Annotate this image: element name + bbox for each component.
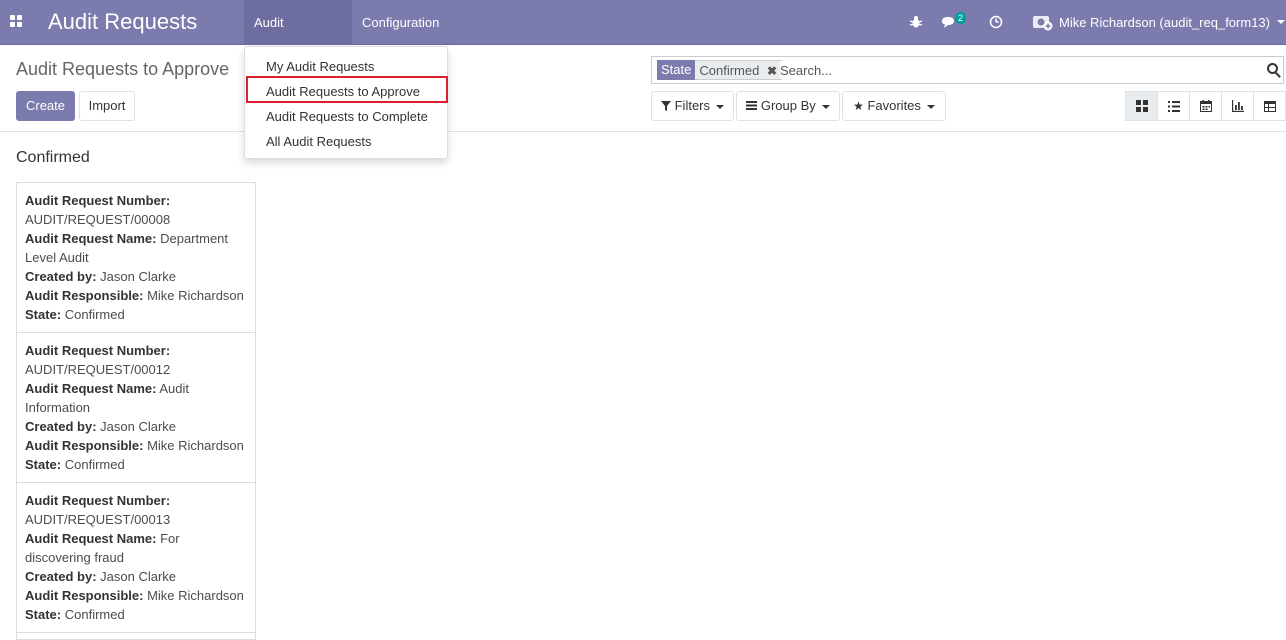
messaging-menu[interactable]: 2	[941, 0, 971, 45]
group-by-caret-icon	[821, 104, 830, 109]
create-button[interactable]: Create	[16, 91, 75, 121]
user-menu-name[interactable]: Mike Richardson (audit_req_form13)	[1059, 15, 1270, 30]
audit-request-number: AUDIT/REQUEST/00012	[25, 362, 171, 377]
created-by: Jason Clarke	[100, 419, 177, 434]
app-brand[interactable]: Audit Requests	[48, 9, 197, 35]
kanban-card[interactable]	[16, 632, 256, 640]
filters-label: Filters	[674, 98, 710, 113]
group-by-label: Group By	[760, 98, 816, 113]
user-avatar[interactable]	[1032, 0, 1054, 45]
field-label: Audit Request Name:	[25, 381, 157, 396]
audit-responsible: Mike Richardson	[147, 588, 244, 603]
chat-count-badge: 2	[955, 12, 967, 24]
audit-request-number: AUDIT/REQUEST/00008	[25, 212, 171, 227]
field-label: Audit Request Name:	[25, 531, 157, 546]
calendar-icon	[1199, 100, 1212, 112]
menu-configuration[interactable]: Configuration	[352, 0, 450, 45]
debug-bug-icon[interactable]	[909, 0, 923, 45]
apps-menu-icon[interactable]	[10, 15, 23, 28]
kanban-card[interactable]: Audit Request Number: AUDIT/REQUEST/0000…	[16, 182, 256, 333]
menu-audit-requests[interactable]: Audit Requests	[244, 0, 352, 75]
menu-item-my-audit-requests[interactable]: My Audit Requests	[266, 59, 374, 74]
star-icon: ★	[853, 99, 864, 113]
state: Confirmed	[64, 607, 125, 622]
created-by: Jason Clarke	[100, 269, 177, 284]
graph-view-button[interactable]	[1221, 91, 1254, 121]
list-view-button[interactable]	[1157, 91, 1190, 121]
activity-clock-icon[interactable]	[989, 0, 1003, 45]
list-icon	[1167, 100, 1180, 112]
calendar-view-button[interactable]	[1189, 91, 1222, 121]
top-navbar: Audit Requests Audit Requests Configurat…	[0, 0, 1286, 75]
kanban-icon	[1135, 100, 1148, 112]
search-facet: State Confirmed ✖	[657, 60, 783, 80]
facet-label: State	[657, 60, 696, 80]
facet-remove-icon[interactable]: ✖	[767, 64, 777, 78]
field-label: Audit Request Number:	[25, 193, 171, 208]
facet-value: Confirmed ✖	[695, 60, 783, 80]
filters-caret-icon	[716, 104, 724, 109]
filters-button[interactable]: Filters	[651, 91, 734, 121]
group-by-button[interactable]: Group By	[736, 91, 840, 121]
favorites-label: Favorites	[867, 98, 921, 113]
state: Confirmed	[64, 457, 125, 472]
menu-item-audit-requests-to-approve[interactable]: Audit Requests to Approve	[266, 84, 420, 99]
control-panel: Audit Requests to Approve Create Import …	[0, 45, 1286, 132]
field-label: Created by:	[25, 569, 97, 584]
favorites-button[interactable]: ★ Favorites	[842, 91, 946, 121]
user-chevron-down-icon[interactable]	[1277, 20, 1285, 24]
menu-item-audit-requests-to-complete[interactable]: Audit Requests to Complete	[266, 109, 428, 124]
audit-request-number: AUDIT/REQUEST/00013	[25, 512, 171, 527]
field-label: Audit Request Number:	[25, 343, 171, 358]
table-icon	[1263, 100, 1276, 112]
field-label: Audit Request Number:	[25, 493, 171, 508]
favorites-caret-icon	[926, 104, 935, 109]
facet-value-text: Confirmed	[699, 63, 760, 78]
field-label: Audit Request Name:	[25, 231, 157, 246]
camera-avatar-icon	[1033, 16, 1053, 31]
field-label: State:	[25, 457, 62, 472]
field-label: State:	[25, 607, 62, 622]
search-input[interactable]	[780, 61, 1250, 79]
bar-chart-icon	[1231, 100, 1244, 112]
created-by: Jason Clarke	[100, 569, 177, 584]
bars-icon	[746, 101, 758, 110]
kanban-card[interactable]: Audit Request Number: AUDIT/REQUEST/0001…	[16, 482, 256, 633]
import-button[interactable]: Import	[79, 91, 135, 121]
field-label: State:	[25, 307, 62, 322]
field-label: Created by:	[25, 419, 97, 434]
kanban-view-button[interactable]	[1125, 91, 1158, 121]
field-label: Audit Responsible:	[25, 588, 144, 603]
search-bar: State Confirmed ✖	[651, 56, 1284, 84]
field-label: Created by:	[25, 269, 97, 284]
kanban-card[interactable]: Audit Request Number: AUDIT/REQUEST/0001…	[16, 332, 256, 483]
state: Confirmed	[64, 307, 125, 322]
audit-requests-dropdown: My Audit Requests Audit Requests to Appr…	[244, 46, 448, 159]
menu-item-all-audit-requests[interactable]: All Audit Requests	[266, 134, 372, 149]
audit-responsible: Mike Richardson	[147, 288, 244, 303]
kanban-group-title: Confirmed	[16, 149, 90, 166]
funnel-icon	[660, 101, 671, 111]
audit-responsible: Mike Richardson	[147, 438, 244, 453]
search-icon[interactable]	[1267, 63, 1278, 74]
pivot-view-button[interactable]	[1253, 91, 1286, 121]
field-label: Audit Responsible:	[25, 288, 144, 303]
page-title: Audit Requests to Approve	[16, 59, 230, 79]
field-label: Audit Responsible:	[25, 438, 144, 453]
